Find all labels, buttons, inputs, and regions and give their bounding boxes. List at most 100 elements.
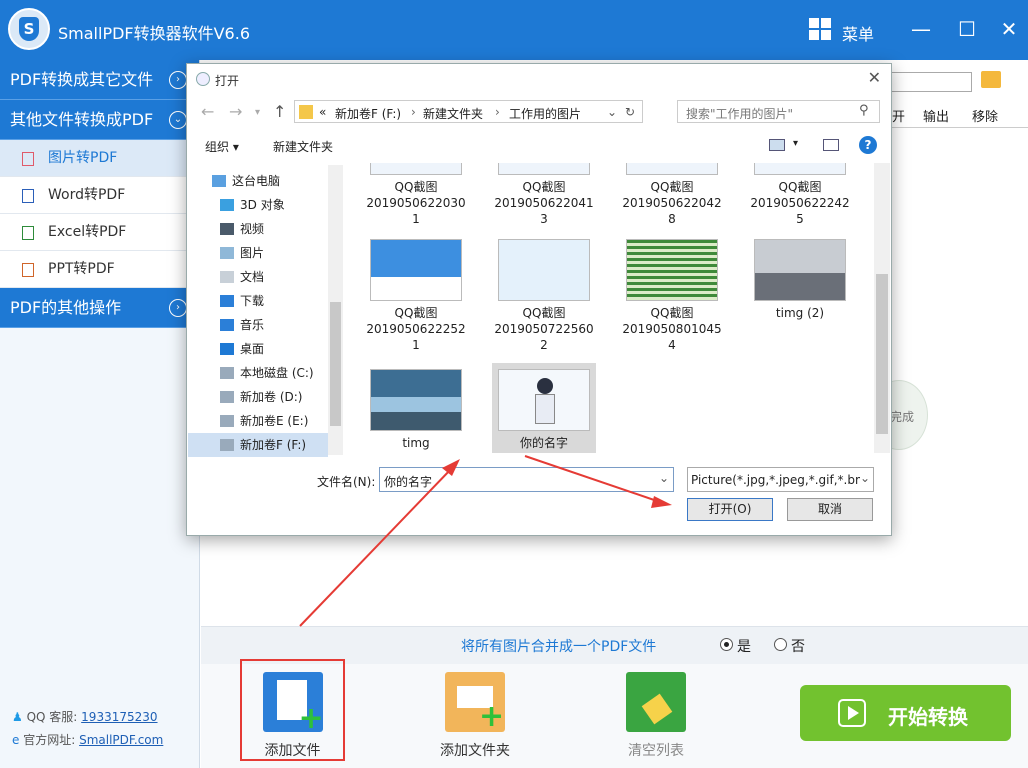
back-arrow-icon[interactable]: ← — [201, 102, 214, 121]
sidebar-cat-other-to-pdf[interactable]: 其他文件转换成PDF ⌄ — [0, 100, 199, 140]
file-name: 2019050801045 — [622, 322, 722, 336]
file-thumbnail — [370, 239, 462, 301]
file-item[interactable]: QQ截图 2019050801045 4 — [620, 239, 724, 353]
file-item[interactable]: QQ截图 2019050622030 1 — [364, 163, 468, 227]
filename-label: 文件名(N): — [317, 475, 376, 489]
music-icon — [220, 319, 234, 331]
file-grid-scrollbar-thumb[interactable] — [876, 274, 888, 434]
merge-no-label: 否 — [791, 639, 805, 655]
sidebar-cat-pdf-other-ops[interactable]: PDF的其他操作 › — [0, 288, 199, 328]
file-item[interactable]: QQ截图 2019050622042 8 — [620, 163, 724, 227]
qq-link[interactable]: 1933175230 — [81, 710, 157, 724]
tree-item-drive-d[interactable]: 新加卷 (D:) — [188, 385, 328, 409]
breadcrumb-drive[interactable]: 新加卷F (F:) — [335, 105, 401, 122]
add-folder-button[interactable]: + 添加文件夹 — [435, 672, 515, 760]
view-icon[interactable] — [769, 139, 785, 151]
breadcrumb-folder[interactable]: 新建文件夹 — [423, 105, 483, 122]
forward-arrow-icon[interactable]: → — [229, 102, 242, 121]
minimize-button[interactable]: — — [906, 14, 936, 44]
tree-item-desktop[interactable]: 桌面 — [188, 337, 328, 361]
file-item[interactable]: QQ截图 2019050622252 1 — [364, 239, 468, 353]
output-path-field[interactable] — [890, 72, 972, 92]
start-convert-button[interactable]: 开始转换 — [800, 685, 1011, 741]
menu-button[interactable]: 菜单 — [842, 21, 874, 45]
menu-grid-icon[interactable] — [809, 18, 831, 40]
tree-item-drive-f[interactable]: 新加卷F (F:) — [188, 433, 328, 457]
sidebar-item-ppt-to-pdf[interactable]: PPT转PDF — [0, 251, 199, 288]
tree-item-label: 音乐 — [240, 318, 265, 332]
open-button[interactable]: 打开(O) — [687, 498, 773, 521]
tree-item-music[interactable]: 音乐 — [188, 313, 328, 337]
sidebar-item-excel-to-pdf[interactable]: Excel转PDF — [0, 214, 199, 251]
file-thumbnail — [626, 163, 718, 175]
chevron-down-icon[interactable]: ⌄ — [607, 105, 617, 119]
tree-item-videos[interactable]: 视频 — [188, 217, 328, 241]
view-dropdown-icon[interactable]: ▾ — [793, 138, 798, 149]
dialog-close-icon[interactable]: ✕ — [868, 68, 881, 87]
sidebar-cat-pdf-to-other[interactable]: PDF转换成其它文件 › — [0, 60, 199, 100]
organize-button[interactable]: 组织 ▾ — [205, 138, 239, 155]
tree-scrollbar-thumb[interactable] — [330, 302, 341, 426]
file-name: 2 — [540, 338, 548, 352]
recent-dropdown-icon[interactable]: ▾ — [255, 107, 260, 118]
sidebar-item-image-to-pdf[interactable]: 图片转PDF — [0, 140, 199, 177]
file-item[interactable]: QQ截图 2019050722560 2 — [492, 239, 596, 353]
tree-item-downloads[interactable]: 下载 — [188, 289, 328, 313]
dialog-title: 打开 — [215, 74, 240, 88]
merge-no-radio[interactable] — [774, 638, 787, 651]
file-name: QQ截图 — [778, 180, 822, 194]
site-link[interactable]: SmallPDF.com — [79, 733, 163, 747]
status-done-text: 完成 — [890, 410, 915, 424]
help-icon[interactable]: ? — [859, 136, 877, 154]
file-thumbnail — [498, 369, 590, 431]
sidebar-cat-label: PDF转换成其它文件 — [10, 70, 154, 89]
address-bar[interactable]: « 新加卷F (F:) › 新建文件夹 › 工作用的图片 ⌄ ↻ — [294, 100, 643, 123]
close-button[interactable]: ✕ — [994, 14, 1024, 44]
breadcrumb-current[interactable]: 工作用的图片 — [509, 105, 581, 122]
preview-pane-icon[interactable] — [823, 139, 839, 151]
dialog-icon — [196, 72, 210, 86]
tree-item-3d[interactable]: 3D 对象 — [188, 193, 328, 217]
search-input[interactable]: 搜索"工作用的图片" — [677, 100, 880, 123]
file-thumbnail — [498, 239, 590, 301]
file-name: QQ截图 — [650, 306, 694, 320]
file-name: QQ截图 — [394, 306, 438, 320]
file-item[interactable]: timg — [364, 369, 468, 451]
file-item[interactable]: QQ截图 2019050622242 5 — [748, 163, 852, 227]
clear-list-button[interactable]: 清空列表 — [616, 672, 696, 760]
merge-yes-radio[interactable] — [720, 638, 733, 651]
tree-item-this-pc[interactable]: 这台电脑 — [188, 169, 328, 193]
file-thumbnail — [370, 163, 462, 175]
new-folder-button[interactable]: 新建文件夹 — [273, 138, 333, 155]
folder-icon[interactable] — [981, 71, 1001, 88]
file-thumbnail — [754, 239, 846, 301]
tree-item-label: 3D 对象 — [240, 198, 285, 212]
file-item[interactable]: QQ截图 2019050622041 3 — [492, 163, 596, 227]
sidebar-item-word-to-pdf[interactable]: Word转PDF — [0, 177, 199, 214]
file-type-select[interactable]: Picture(*.jpg,*.jpeg,*.gif,*.bm — [687, 467, 874, 492]
qq-contact: ♟ QQ 客服: 1933175230 — [12, 708, 158, 725]
chevron-down-icon[interactable]: ⌄ — [860, 471, 871, 485]
nav-tree: 这台电脑 3D 对象 视频 图片 文档 下载 音乐 桌面 本地磁盘 (C:) 新… — [188, 163, 342, 457]
broom-icon — [626, 672, 686, 732]
file-name: 2019050622242 — [750, 196, 850, 210]
tree-item-drive-e[interactable]: 新加卷E (E:) — [188, 409, 328, 433]
tree-item-pictures[interactable]: 图片 — [188, 241, 328, 265]
file-item[interactable]: timg (2) — [748, 239, 852, 321]
chevron-right-icon: › — [169, 71, 187, 89]
file-thumbnail — [370, 369, 462, 431]
file-item-selected[interactable]: 你的名字 — [492, 363, 596, 453]
file-thumbnail — [498, 163, 590, 175]
refresh-icon[interactable]: ↻ — [625, 105, 635, 119]
filename-input[interactable]: 你的名字 — [379, 467, 674, 492]
tree-item-documents[interactable]: 文档 — [188, 265, 328, 289]
tree-item-drive-c[interactable]: 本地磁盘 (C:) — [188, 361, 328, 385]
tree-item-label: 新加卷F (F:) — [240, 438, 307, 452]
chevron-down-icon[interactable]: ⌄ — [659, 471, 669, 485]
up-arrow-icon[interactable]: ↑ — [273, 102, 286, 121]
maximize-button[interactable]: ☐ — [952, 14, 982, 44]
address-overflow[interactable]: « — [319, 105, 326, 119]
file-name: timg — [402, 436, 430, 450]
site-label: 官方网址: — [23, 733, 76, 747]
cancel-button[interactable]: 取消 — [787, 498, 873, 521]
